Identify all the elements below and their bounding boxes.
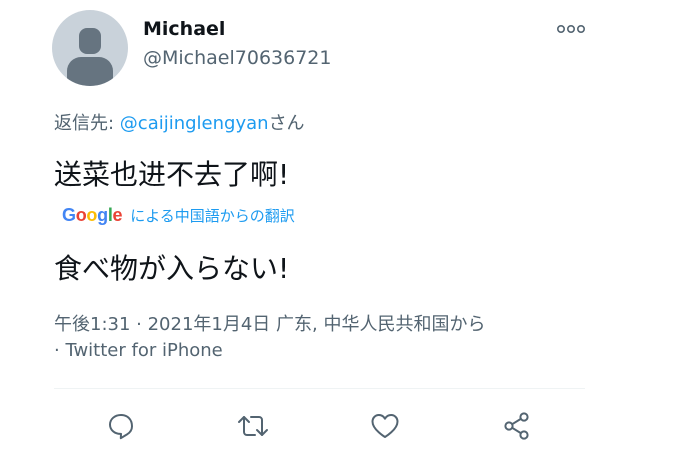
tweet-source: · Twitter for iPhone: [54, 340, 223, 361]
avatar-body-shape: [67, 57, 113, 86]
avatar[interactable]: [52, 10, 128, 86]
like-icon: [371, 414, 399, 438]
divider: [54, 388, 585, 389]
google-logo: Google: [62, 205, 123, 225]
google-logo-letter: o: [86, 205, 98, 225]
more-options-button[interactable]: [556, 18, 586, 40]
reply-icon: [109, 414, 133, 440]
more-dots-icon: [556, 25, 585, 34]
google-logo-letter: o: [75, 205, 87, 225]
like-button[interactable]: [368, 409, 402, 443]
google-logo-letter: G: [62, 205, 76, 225]
display-name[interactable]: Michael: [143, 18, 225, 40]
google-logo-letter: e: [112, 205, 123, 225]
retweet-button[interactable]: [236, 409, 270, 443]
avatar-head-shape: [79, 28, 101, 54]
reply-context: 返信先: @caijinglengyanさん: [54, 109, 305, 135]
user-handle[interactable]: @Michael70636721: [143, 47, 331, 69]
retweet-icon: [238, 416, 268, 436]
share-icon: [504, 412, 529, 440]
google-logo-letter: g: [97, 205, 108, 225]
share-button[interactable]: [500, 409, 534, 443]
translated-text: 食べ物が入らない!: [54, 252, 290, 285]
reply-suffix: さん: [268, 113, 305, 134]
tweet-timestamp-location[interactable]: 午後1:31 · 2021年1月4日 广东, 中华人民共和国から: [54, 310, 485, 336]
reply-prefix: 返信先:: [54, 113, 120, 134]
translation-label[interactable]: による中国語からの翻訳: [130, 207, 295, 225]
tweet-text: 送菜也进不去了啊!: [54, 158, 290, 191]
reply-button[interactable]: [104, 409, 138, 443]
reply-mention-link[interactable]: @caijinglengyan: [120, 113, 269, 134]
translation-attribution: Google による中国語からの翻訳: [62, 205, 295, 226]
